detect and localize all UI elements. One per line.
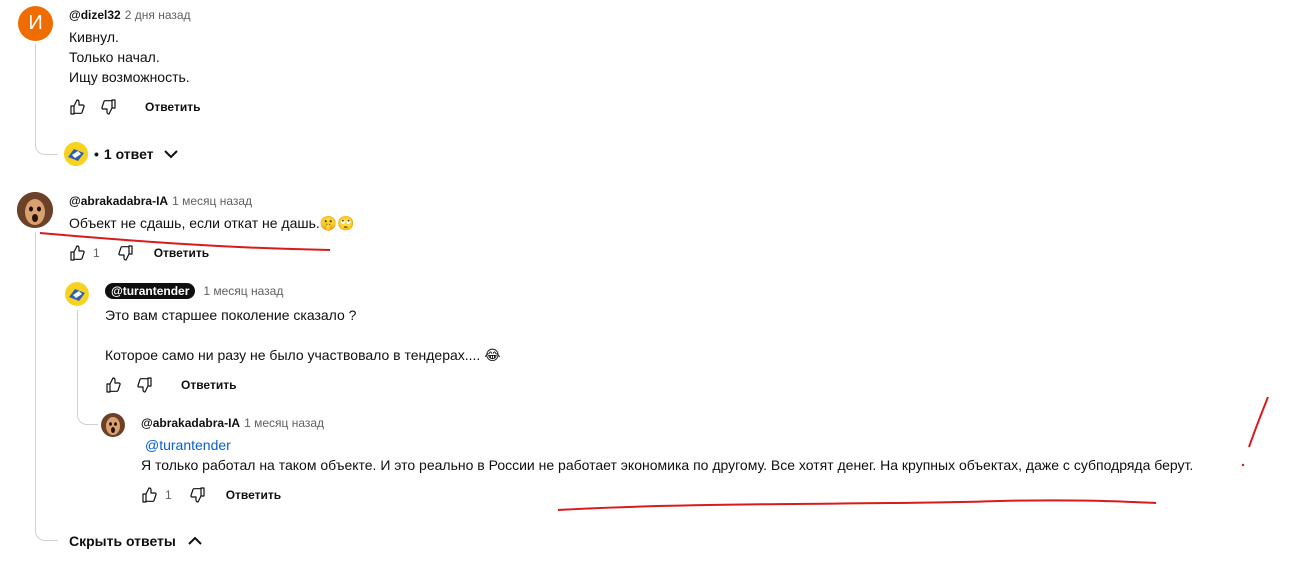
comment-actions: Ответить xyxy=(105,374,236,396)
comment-line: Объект не сдашь, если откат не дашь.🤫🙄 xyxy=(69,215,355,231)
timestamp[interactable]: 2 дня назад xyxy=(125,8,191,22)
thumb-down-icon[interactable] xyxy=(118,245,134,261)
thumb-down-icon[interactable] xyxy=(101,99,117,115)
author-name-badge[interactable]: @turantender xyxy=(105,283,196,299)
avatar[interactable] xyxy=(65,282,89,306)
comment-line: Это вам старшее поколение сказало ? xyxy=(105,307,357,323)
dot-stroke xyxy=(1241,463,1245,467)
avatar[interactable] xyxy=(101,413,125,437)
timestamp[interactable]: 1 месяц назад xyxy=(203,284,283,298)
thumb-up-icon[interactable] xyxy=(69,99,85,115)
reply-button[interactable]: Ответить xyxy=(226,488,281,502)
thread-connector xyxy=(35,232,58,541)
chevron-up-icon xyxy=(188,536,202,546)
bullet: • xyxy=(94,146,99,162)
author-name[interactable]: @abrakadabra-IA xyxy=(69,194,168,208)
reply-button[interactable]: Ответить xyxy=(154,246,209,260)
red-annotation-strokes xyxy=(39,232,1269,511)
vertical-stroke xyxy=(1248,396,1269,448)
timestamp[interactable]: 1 месяц назад xyxy=(244,416,324,430)
thread-connector xyxy=(77,310,98,425)
comment-text: @turantender Я только работал на таком о… xyxy=(141,435,1193,475)
comment-text: Это вам старшее поколение сказало ? Кото… xyxy=(105,305,501,365)
thumb-up-icon[interactable] xyxy=(105,377,121,393)
comment-line: Кивнул. xyxy=(69,29,119,45)
chevron-down-icon xyxy=(163,149,178,159)
avatar[interactable] xyxy=(17,192,53,228)
author-name[interactable]: @dizel32 xyxy=(69,8,121,22)
thumb-up-icon[interactable] xyxy=(141,487,157,503)
thumb-down-icon[interactable] xyxy=(137,377,153,393)
comment-header: @dizel32 2 дня назад xyxy=(69,8,191,22)
reply-button[interactable]: Ответить xyxy=(181,378,236,392)
thumb-down-icon[interactable] xyxy=(190,487,206,503)
comment-actions: 1 Ответить xyxy=(69,242,209,264)
comment-line: Я только работал на таком объекте. И это… xyxy=(141,457,1194,473)
comment-line: Ищу возможность. xyxy=(69,69,190,85)
comment-header: @abrakadabra-IA 1 месяц назад xyxy=(69,194,252,208)
reply-avatar-thumbnail xyxy=(64,142,88,166)
timestamp[interactable]: 1 месяц назад xyxy=(172,194,252,208)
mention-link[interactable]: @turantender xyxy=(145,437,231,453)
comment-text: Объект не сдашь, если откат не дашь.🤫🙄 xyxy=(69,213,355,233)
comment-actions: 1 Ответить xyxy=(141,484,281,506)
thread-connector xyxy=(35,44,58,155)
comment-line: Только начал. xyxy=(69,49,160,65)
replies-count-label: 1 ответ xyxy=(103,146,154,162)
like-count: 1 xyxy=(165,488,172,502)
author-name[interactable]: @abrakadabra-IA xyxy=(141,416,240,430)
comment-actions: Ответить xyxy=(69,96,200,118)
comment-line xyxy=(105,325,501,345)
avatar-letter: И xyxy=(28,12,43,34)
comment-header: @turantender 1 месяц назад xyxy=(105,283,283,299)
comment-line: Которое само ни разу не было участвовало… xyxy=(105,347,501,363)
comment-text: Кивнул. Только начал. Ищу возможность. xyxy=(69,27,190,87)
reply-button[interactable]: Ответить xyxy=(145,100,200,114)
thumb-up-icon[interactable] xyxy=(69,245,85,261)
underline-stroke xyxy=(557,499,1157,511)
hide-replies-button[interactable]: Скрыть ответы xyxy=(69,533,202,549)
avatar[interactable]: И xyxy=(18,6,53,41)
show-replies-button[interactable]: • 1 ответ xyxy=(64,142,178,166)
comment-header: @abrakadabra-IA 1 месяц назад xyxy=(141,416,324,430)
like-count: 1 xyxy=(93,246,100,260)
hide-replies-label: Скрыть ответы xyxy=(69,533,176,549)
